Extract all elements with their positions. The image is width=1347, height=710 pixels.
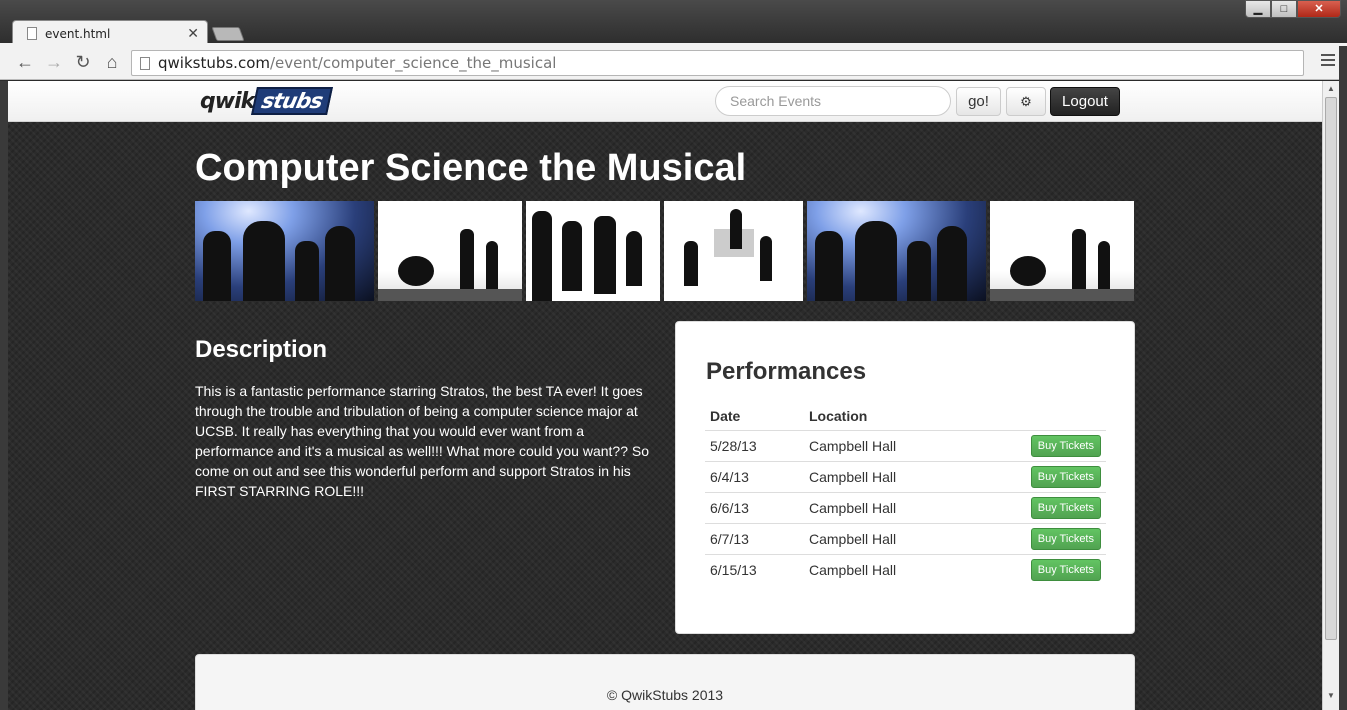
table-header-row: Date Location [705,400,1106,431]
performance-date: 5/28/13 [705,430,804,462]
performances-panel: Performances Date Location 5/28/13 Campb… [675,321,1135,634]
event-photo[interactable] [195,201,374,301]
description-heading: Description [195,336,328,363]
site-logo[interactable]: qwik stubs [200,86,334,116]
event-photo[interactable] [664,201,803,301]
browser-tab[interactable]: event.html ✕ [12,20,208,46]
column-header: Date [710,408,741,424]
site-navbar: qwik stubs go! ⚙ Logout [8,81,1322,122]
buy-tickets-button[interactable]: Buy Tickets [1030,559,1101,582]
maximize-icon[interactable]: □ [1271,0,1297,18]
performance-location: Campbell Hall [804,523,970,555]
logo-text-part1: qwik [200,88,255,114]
logo-text-part2: stubs [251,87,334,115]
performance-date: 6/7/13 [705,523,804,555]
scrollbar[interactable]: ▲ ▼ [1322,81,1339,710]
close-icon[interactable]: ✕ [187,25,199,42]
event-photo[interactable] [526,201,660,301]
search-input[interactable] [715,86,951,116]
buy-tickets-button[interactable]: Buy Tickets [1030,497,1101,519]
page-viewport: qwik stubs go! ⚙ Logout Computer Science… [8,81,1322,710]
forward-icon[interactable]: → [43,53,65,71]
tab-title: event.html [45,26,111,41]
performance-location: Campbell Hall [804,554,970,586]
event-title: Computer Science the Musical [195,147,747,189]
table-row: 5/28/13 Campbell Hall Buy Tickets [705,430,1106,462]
window-border [0,81,8,710]
window-border [1339,46,1347,710]
window-controls: ▁ □ ✕ [1245,0,1341,20]
column-header [969,400,1106,431]
menu-icon[interactable] [1321,54,1335,69]
performance-location: Campbell Hall [804,461,970,493]
description-text: This is a fantastic performance starring… [195,383,649,499]
logout-button[interactable]: Logout [1050,87,1120,116]
performance-date: 6/4/13 [705,461,804,493]
search-go-button[interactable]: go! [956,87,1001,116]
buy-tickets-button[interactable]: Buy Tickets [1030,466,1101,488]
window-close-icon[interactable]: ✕ [1297,0,1341,18]
browser-toolbar: ← → ↻ ⌂ qwikstubs.com/event/computer_sci… [0,46,1347,80]
event-photo[interactable] [378,201,522,301]
copyright-text: © QwikStubs 2013 [606,687,724,703]
url-path: /event/computer_science_the_musical [270,54,557,72]
scroll-up-icon[interactable]: ▲ [1327,84,1335,93]
page-icon [27,27,37,40]
table-row: 6/7/13 Campbell Hall Buy Tickets [705,523,1106,555]
performance-date: 6/15/13 [705,554,804,586]
gear-icon: ⚙ [1020,94,1032,109]
home-icon[interactable]: ⌂ [101,53,123,71]
scrollbar-thumb[interactable] [1325,97,1337,640]
page-footer: © QwikStubs 2013 [195,654,1135,710]
back-icon[interactable]: ← [14,53,36,71]
reload-icon[interactable]: ↻ [72,53,94,71]
buy-tickets-button[interactable]: Buy Tickets [1030,435,1101,457]
event-photo[interactable] [990,201,1134,301]
performances-table: Date Location 5/28/13 Campbell Hall Buy … [705,400,1106,586]
settings-button[interactable]: ⚙ [1006,87,1046,116]
browser-titlebar: event.html ✕ ▁ □ ✕ [0,0,1347,46]
table-row: 6/4/13 Campbell Hall Buy Tickets [705,461,1106,493]
table-row: 6/6/13 Campbell Hall Buy Tickets [705,492,1106,524]
new-tab-button[interactable] [211,27,245,41]
buy-tickets-button[interactable]: Buy Tickets [1030,528,1101,550]
scroll-down-icon[interactable]: ▼ [1327,691,1335,700]
performance-location: Campbell Hall [804,430,970,462]
table-row: 6/15/13 Campbell Hall Buy Tickets [705,554,1106,586]
event-photo[interactable] [807,201,986,301]
page-icon [140,56,150,70]
url-host: qwikstubs.com [158,54,270,72]
minimize-icon[interactable]: ▁ [1245,0,1271,18]
column-header: Location [809,408,868,424]
performances-heading: Performances [706,358,867,385]
performance-date: 6/6/13 [705,492,804,524]
address-bar[interactable]: qwikstubs.com/event/computer_science_the… [131,50,1304,76]
performance-location: Campbell Hall [804,492,970,524]
